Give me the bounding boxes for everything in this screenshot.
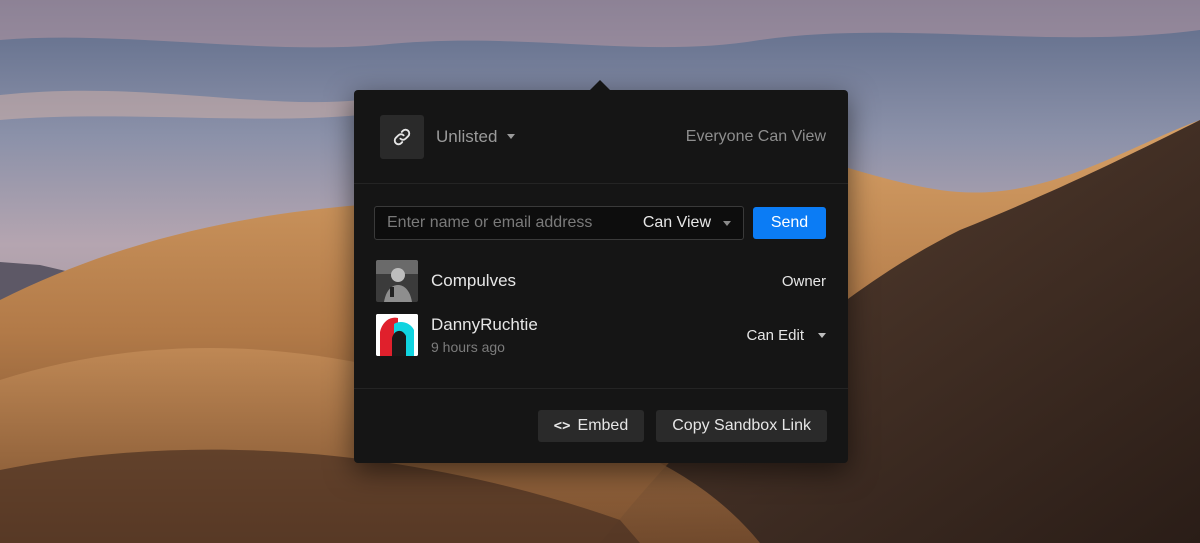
link-icon[interactable] <box>380 114 424 159</box>
role-label: Owner <box>781 272 826 290</box>
invite-row: Can View Send <box>354 184 848 240</box>
send-button[interactable]: Send <box>753 207 826 239</box>
collaborator-role-dropdown[interactable]: Can Edit <box>746 327 826 344</box>
popover-arrow <box>590 80 610 90</box>
embed-label: Embed <box>577 417 629 434</box>
collaborator-info: DannyRuchtie 9 hours ago <box>431 315 538 355</box>
privacy-row: Unlisted Everyone Can View <box>354 90 848 184</box>
collaborator-role: Owner <box>782 273 826 290</box>
invite-field: Can View <box>374 206 744 240</box>
footer-actions: <> Embed Copy Sandbox Link <box>354 388 848 463</box>
collaborator-info: Compulves <box>431 271 516 291</box>
privacy-summary: Everyone Can View <box>685 127 826 145</box>
privacy-value: Unlisted <box>436 126 498 146</box>
chevron-down-icon <box>507 134 516 139</box>
privacy-dropdown[interactable]: Unlisted <box>436 126 516 147</box>
embed-button[interactable]: <> Embed <box>537 410 645 442</box>
chevron-down-icon <box>723 220 731 226</box>
invite-permission-value: Can View <box>642 214 711 231</box>
collaborator-timestamp: 9 hours ago <box>431 339 505 355</box>
role-label: Can Edit <box>746 326 804 344</box>
invite-permission-dropdown[interactable]: Can View <box>643 214 731 232</box>
avatar <box>376 260 418 302</box>
collaborator-row: Compulves Owner <box>376 254 826 308</box>
share-popover: Unlisted Everyone Can View Can View Send <box>354 80 848 463</box>
code-icon: <> <box>553 418 571 434</box>
chevron-down-icon <box>818 332 826 338</box>
avatar <box>376 314 418 356</box>
collaborator-name: DannyRuchtie <box>431 315 538 334</box>
copy-sandbox-link-button[interactable]: Copy Sandbox Link <box>656 410 827 442</box>
invite-input[interactable] <box>387 214 643 232</box>
collaborator-list: Compulves Owner DannyRuchtie 9 hours ago <box>354 254 848 362</box>
collaborator-name: Compulves <box>431 271 517 290</box>
collaborator-row: DannyRuchtie 9 hours ago Can Edit <box>376 308 826 362</box>
